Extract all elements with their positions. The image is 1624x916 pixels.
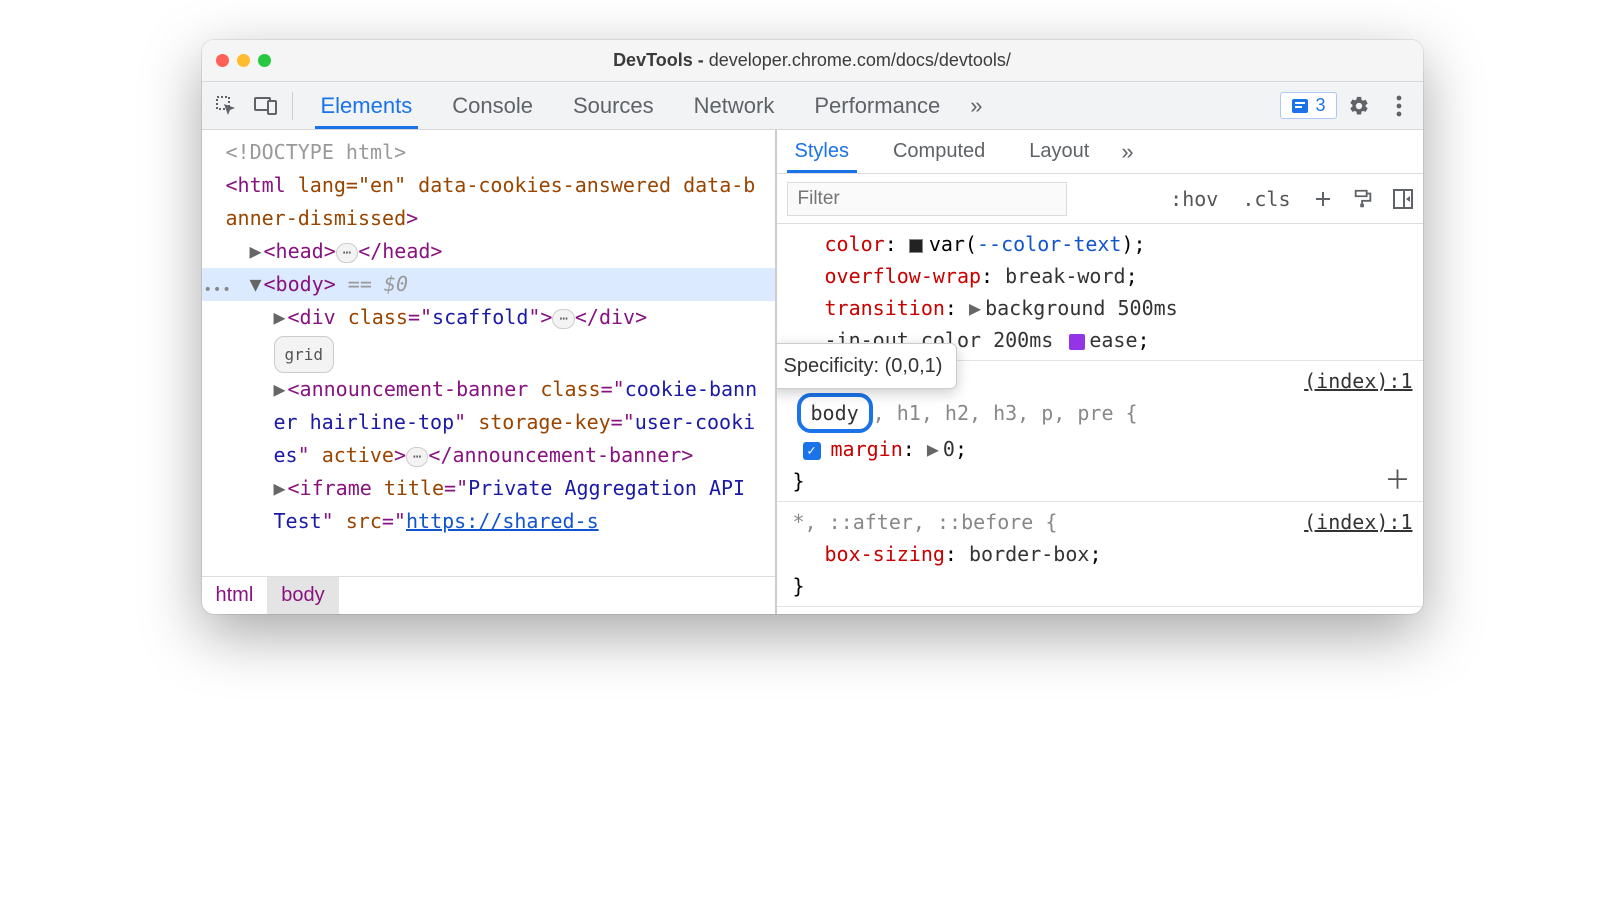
rule-block-1[interactable]: color: var(--color-text); overflow-wrap:… (777, 224, 1423, 361)
sub-tabs: Styles Computed Layout » (777, 130, 1423, 174)
rule-source-link[interactable]: (index):1 (1304, 506, 1412, 538)
color-swatch-icon[interactable] (909, 239, 923, 253)
tab-network[interactable]: Network (674, 82, 795, 129)
dom-doctype[interactable]: <!DOCTYPE html> (202, 136, 775, 169)
tab-console[interactable]: Console (432, 82, 553, 129)
expand-icon[interactable]: ▶ (969, 292, 981, 324)
issue-icon (1291, 98, 1309, 114)
easing-swatch-icon[interactable] (1069, 334, 1085, 350)
twisty-icon[interactable]: ▶ (274, 301, 288, 334)
dom-body-selected[interactable]: •••▼<body> == $0 (202, 268, 775, 301)
new-rule-icon[interactable] (1303, 188, 1343, 210)
subtab-computed[interactable]: Computed (875, 130, 1003, 173)
main-tabs: Elements Console Sources Network Perform… (301, 82, 961, 129)
more-menu-icon[interactable] (1381, 95, 1417, 117)
tab-sources[interactable]: Sources (553, 82, 674, 129)
css-prop-color[interactable]: color: var(--color-text); (785, 228, 1415, 260)
subtab-layout[interactable]: Layout (1011, 130, 1107, 173)
hov-toggle[interactable]: :hov (1158, 187, 1230, 211)
selected-marker-icon: ••• (204, 274, 232, 307)
dom-announcement-banner[interactable]: ▶<announcement-banner class="cookie-bann… (202, 373, 775, 472)
twisty-icon[interactable]: ▶ (274, 373, 288, 406)
dom-div-scaffold[interactable]: ▶<div class="scaffold">⋯</div> (202, 301, 775, 334)
ellipsis-icon[interactable]: ⋯ (406, 447, 428, 467)
issues-count: 3 (1315, 95, 1325, 116)
rule-block-2[interactable]: Specificity: (0,0,1) (index):1 body, h1,… (777, 361, 1423, 502)
subtabs-overflow-icon[interactable]: » (1115, 139, 1139, 165)
twisty-icon[interactable]: ▶ (274, 472, 288, 505)
rule-selector[interactable]: body, h1, h2, h3, p, pre { (785, 393, 1415, 433)
twisty-icon[interactable]: ▶ (250, 235, 264, 268)
ellipsis-icon[interactable]: ⋯ (552, 309, 574, 329)
breadcrumb-html[interactable]: html (202, 577, 268, 614)
tabs-overflow-icon[interactable]: » (964, 93, 988, 119)
rule-source-link[interactable]: (index):1 (1304, 365, 1412, 397)
expand-icon[interactable]: ▶ (927, 433, 939, 465)
cls-toggle[interactable]: .cls (1230, 187, 1302, 211)
dom-panel: <!DOCTYPE html> <html lang="en" data-coo… (202, 130, 777, 614)
styles-panel: Styles Computed Layout » :hov .cls color… (777, 130, 1423, 614)
tab-elements[interactable]: Elements (301, 82, 433, 129)
styles-toolbar: :hov .cls (777, 174, 1423, 224)
dom-tree[interactable]: <!DOCTYPE html> <html lang="en" data-coo… (202, 130, 775, 576)
css-prop-box-sizing[interactable]: box-sizing: border-box; (785, 538, 1415, 570)
styles-filter-input[interactable] (787, 182, 1067, 216)
prop-enabled-checkbox[interactable]: ✓ (803, 442, 821, 460)
rule-brace: } (785, 570, 1415, 602)
rule-brace: } (785, 465, 1415, 497)
subtab-styles[interactable]: Styles (777, 130, 867, 173)
css-prop-margin[interactable]: ✓margin: ▶0; (785, 433, 1415, 465)
computed-toggle-icon[interactable] (1383, 188, 1423, 210)
dom-html-open[interactable]: <html lang="en" data-cookies-answered da… (202, 169, 775, 235)
tab-performance[interactable]: Performance (794, 82, 960, 129)
twisty-icon[interactable]: ▼ (250, 268, 264, 301)
issues-badge[interactable]: 3 (1280, 92, 1336, 119)
title-url: developer.chrome.com/docs/devtools/ (709, 50, 1011, 70)
specificity-tooltip: Specificity: (0,0,1) (777, 343, 958, 389)
title-prefix: DevTools - (613, 50, 709, 70)
dom-head[interactable]: ▶<head>⋯</head> (202, 235, 775, 268)
devtools-window: DevTools - developer.chrome.com/docs/dev… (202, 40, 1423, 614)
inspect-icon[interactable] (208, 82, 244, 129)
dom-iframe[interactable]: ▶<iframe title="Private Aggregation API … (202, 472, 775, 538)
titlebar: DevTools - developer.chrome.com/docs/dev… (202, 40, 1423, 82)
css-prop-overflow-wrap[interactable]: overflow-wrap: break-word; (785, 260, 1415, 292)
ellipsis-icon[interactable]: ⋯ (336, 243, 358, 263)
insert-rule-icon[interactable]: ＋ (1384, 465, 1410, 497)
selector-highlight-body: body (797, 393, 873, 433)
grid-badge[interactable]: grid (202, 334, 775, 373)
settings-gear-icon[interactable] (1341, 95, 1377, 117)
main-toolbar: Elements Console Sources Network Perform… (202, 82, 1423, 130)
paint-icon[interactable] (1343, 188, 1383, 210)
device-toggle-icon[interactable] (248, 82, 284, 129)
rule-block-3[interactable]: (index):1 *, ::after, ::before { box-siz… (777, 502, 1423, 607)
rules-list: color: var(--color-text); overflow-wrap:… (777, 224, 1423, 614)
toolbar-separator (292, 92, 293, 120)
breadcrumbs: html body (202, 576, 775, 614)
window-title: DevTools - developer.chrome.com/docs/dev… (202, 50, 1423, 71)
breadcrumb-body[interactable]: body (267, 577, 338, 614)
